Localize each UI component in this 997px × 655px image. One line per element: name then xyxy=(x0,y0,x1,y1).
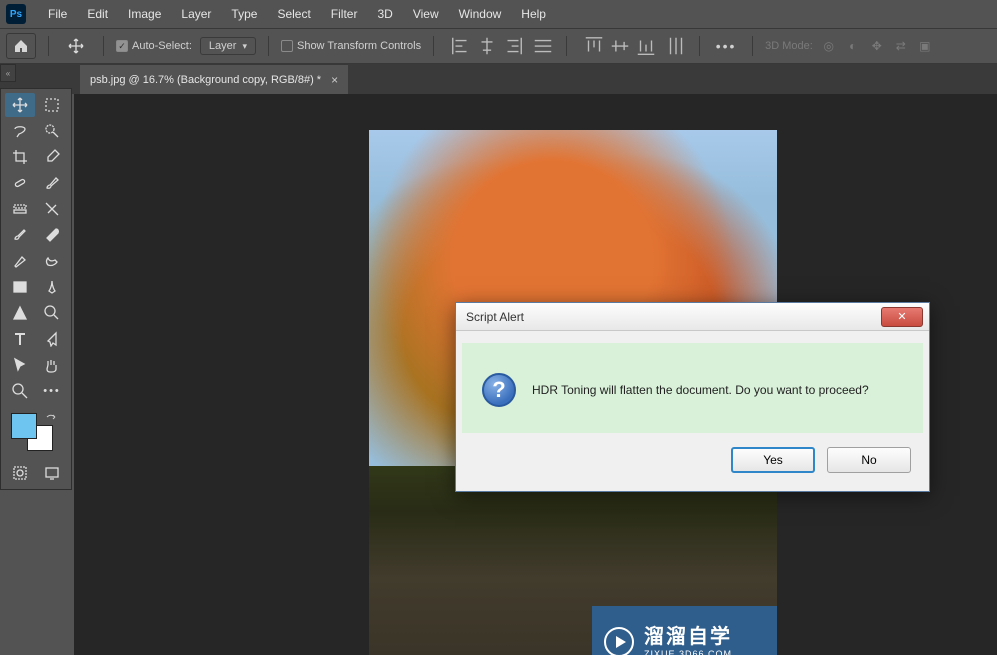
menu-view[interactable]: View xyxy=(403,3,449,25)
menu-help[interactable]: Help xyxy=(511,3,556,25)
menu-3d[interactable]: 3D xyxy=(367,3,402,25)
auto-select-target-dropdown[interactable]: Layer ▾ xyxy=(200,37,256,55)
document-tab[interactable]: psb.jpg @ 16.7% (Background copy, RGB/8#… xyxy=(80,64,348,94)
question-icon: ? xyxy=(482,373,516,407)
separator xyxy=(699,36,700,56)
menu-edit[interactable]: Edit xyxy=(77,3,118,25)
slide-3d-icon[interactable]: ⇄ xyxy=(893,38,909,54)
lasso-tool[interactable] xyxy=(5,119,35,143)
separator xyxy=(268,36,269,56)
menu-bar: Ps File Edit Image Layer Type Select Fil… xyxy=(0,0,997,28)
align-left-icon[interactable] xyxy=(450,35,472,57)
collapse-handle-icon[interactable]: « xyxy=(0,64,16,82)
app-logo[interactable]: Ps xyxy=(6,4,26,24)
path-select-tool[interactable] xyxy=(37,301,67,325)
more-options-icon[interactable]: ••• xyxy=(712,35,740,57)
checkbox-icon: ✓ xyxy=(116,40,128,52)
healing-tool[interactable] xyxy=(5,171,35,195)
marquee-tool[interactable] xyxy=(37,93,67,117)
stamp-tool[interactable] xyxy=(5,197,35,221)
align-top-icon[interactable] xyxy=(583,35,605,57)
roll-3d-icon[interactable]: ◐ xyxy=(845,38,861,54)
dialog-body: ? HDR Toning will flatten the document. … xyxy=(456,331,929,433)
eraser-tool[interactable] xyxy=(5,223,35,247)
more-tools-icon[interactable]: ••• xyxy=(37,379,67,403)
dialog-titlebar[interactable]: Script Alert ✕ xyxy=(456,303,929,331)
align-group-1 xyxy=(450,35,524,57)
distribute-icon[interactable] xyxy=(532,35,554,57)
auto-select-checkbox[interactable]: ✓ Auto-Select: xyxy=(116,40,192,52)
direct-select-tool[interactable] xyxy=(37,327,67,351)
history-brush-tool[interactable] xyxy=(37,197,67,221)
mode-3d-icons: ◎ ◐ ✥ ⇄ ▣ xyxy=(821,38,933,54)
move-tool-indicator-icon[interactable] xyxy=(61,34,91,58)
tools-panel: ••• xyxy=(0,88,72,490)
separator xyxy=(433,36,434,56)
foreground-color-swatch[interactable] xyxy=(11,413,37,439)
move-tool[interactable] xyxy=(5,93,35,117)
menu-file[interactable]: File xyxy=(38,3,77,25)
checkbox-icon xyxy=(281,40,293,52)
auto-select-label: Auto-Select: xyxy=(132,40,192,52)
color-swatches[interactable] xyxy=(5,413,67,453)
yes-button[interactable]: Yes xyxy=(731,447,815,473)
dialog-title: Script Alert xyxy=(466,310,881,324)
document-tab-bar: psb.jpg @ 16.7% (Background copy, RGB/8#… xyxy=(0,64,997,94)
menu-type[interactable]: Type xyxy=(221,3,267,25)
pan-3d-icon[interactable]: ✥ xyxy=(869,38,885,54)
rectangle-tool[interactable] xyxy=(5,275,35,299)
eyedropper-tool[interactable] xyxy=(37,145,67,169)
menu-filter[interactable]: Filter xyxy=(321,3,368,25)
align-bottom-icon[interactable] xyxy=(635,35,657,57)
close-tab-icon[interactable]: × xyxy=(331,73,338,87)
show-transform-label: Show Transform Controls xyxy=(297,40,421,52)
separator xyxy=(48,36,49,56)
quick-select-tool[interactable] xyxy=(37,119,67,143)
separator xyxy=(103,36,104,56)
separator xyxy=(566,36,567,56)
quick-mask-tool[interactable] xyxy=(5,461,35,485)
blur-tool[interactable] xyxy=(5,249,35,273)
gradient-tool[interactable] xyxy=(37,223,67,247)
dropdown-label: Layer xyxy=(209,40,237,52)
dialog-buttons: Yes No xyxy=(456,433,929,491)
watermark: 溜溜自学 ZIXUE.3D66.COM xyxy=(592,606,777,655)
align-center-h-icon[interactable] xyxy=(476,35,498,57)
show-transform-checkbox[interactable]: Show Transform Controls xyxy=(281,40,421,52)
crop-tool[interactable] xyxy=(5,145,35,169)
menu-select[interactable]: Select xyxy=(267,3,320,25)
align-center-v-icon[interactable] xyxy=(609,35,631,57)
dialog-close-button[interactable]: ✕ xyxy=(881,307,923,327)
align-group-2 xyxy=(583,35,657,57)
separator xyxy=(752,36,753,56)
menu-window[interactable]: Window xyxy=(449,3,512,25)
chevron-down-icon: ▾ xyxy=(242,41,247,52)
pen-tool[interactable] xyxy=(37,275,67,299)
no-button[interactable]: No xyxy=(827,447,911,473)
home-button[interactable] xyxy=(6,33,36,59)
screen-mode-tool[interactable] xyxy=(37,461,67,485)
document-tab-title: psb.jpg @ 16.7% (Background copy, RGB/8#… xyxy=(90,74,321,86)
type-tool[interactable] xyxy=(5,327,35,351)
script-alert-dialog: Script Alert ✕ ? HDR Toning will flatten… xyxy=(455,302,930,492)
orbit-3d-icon[interactable]: ◎ xyxy=(821,38,837,54)
mode-3d-label: 3D Mode: xyxy=(765,40,813,52)
menu-layer[interactable]: Layer xyxy=(171,3,221,25)
brush-tool[interactable] xyxy=(37,171,67,195)
shape-tool[interactable] xyxy=(5,301,35,325)
align-right-icon[interactable] xyxy=(502,35,524,57)
swap-colors-icon[interactable] xyxy=(45,413,59,427)
watermark-text: 溜溜自学 xyxy=(644,625,732,649)
watermark-url: ZIXUE.3D66.COM xyxy=(644,649,732,655)
camera-3d-icon[interactable]: ▣ xyxy=(917,38,933,54)
play-icon xyxy=(604,627,634,655)
dialog-message: HDR Toning will flatten the document. Do… xyxy=(532,383,869,397)
hand-tool[interactable] xyxy=(37,353,67,377)
distribute-v-icon[interactable] xyxy=(665,35,687,57)
arrow-tool[interactable] xyxy=(5,353,35,377)
options-bar: ✓ Auto-Select: Layer ▾ Show Transform Co… xyxy=(0,28,997,64)
zoom-tool[interactable] xyxy=(5,379,35,403)
dodge-tool[interactable] xyxy=(37,249,67,273)
menu-image[interactable]: Image xyxy=(118,3,171,25)
